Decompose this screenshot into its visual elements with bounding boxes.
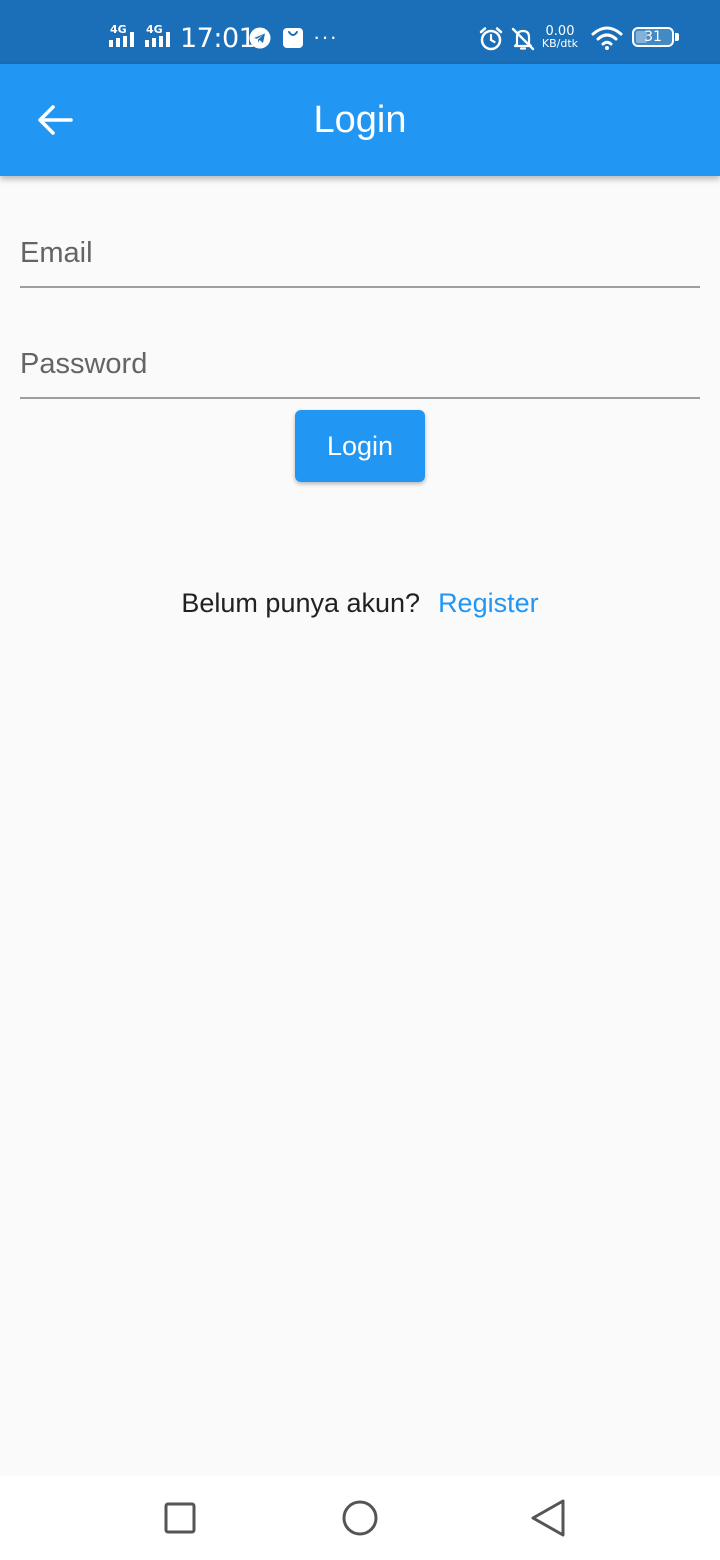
register-row: Belum punya akun? Register (0, 580, 720, 626)
recent-apps-icon (164, 1502, 196, 1534)
signal-icon: 4G (108, 24, 138, 50)
clock: 17:01 (180, 23, 256, 54)
app-bar: Login (0, 64, 720, 176)
login-button[interactable]: Login (295, 410, 425, 482)
notifications-off-icon (510, 26, 536, 57)
system-back-button[interactable] (526, 1496, 570, 1540)
shopping-bag-icon (282, 26, 304, 55)
battery-percent: 31 (644, 29, 662, 45)
navigation-bar (0, 1476, 720, 1560)
more-icon: ··· (313, 24, 338, 49)
home-icon (342, 1500, 378, 1536)
network-speed-unit: KB/dtk (541, 37, 579, 50)
back-icon (531, 1499, 565, 1537)
battery-tip (675, 33, 679, 41)
password-input[interactable] (20, 309, 700, 397)
recent-apps-button[interactable] (158, 1496, 202, 1540)
arrow-back-icon (38, 105, 73, 135)
register-prompt: Belum punya akun? (181, 588, 421, 618)
wifi-icon (591, 25, 623, 56)
password-field (20, 309, 700, 399)
email-input[interactable] (20, 198, 700, 286)
back-button[interactable] (24, 88, 88, 152)
status-bar: 4G 4G 17:01 ··· 0.00 KB/dtk 31 (0, 0, 720, 64)
email-field (20, 198, 700, 288)
page-title: Login (313, 99, 407, 141)
login-screen: 4G 4G 17:01 ··· 0.00 KB/dtk 31 Login Ema… (0, 0, 720, 1560)
home-button[interactable] (338, 1496, 382, 1540)
network-speed: 0.00 KB/dtk (538, 25, 582, 50)
telegram-icon (249, 27, 271, 54)
signal-icon: 4G (144, 24, 174, 50)
alarm-icon (478, 26, 504, 57)
register-link[interactable]: Register (438, 588, 539, 618)
battery-icon: 31 (632, 27, 674, 47)
